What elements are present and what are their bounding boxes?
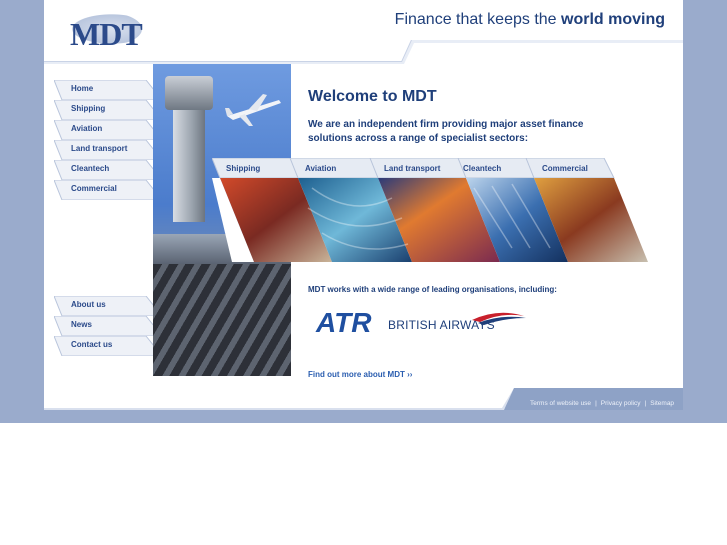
british-airways-logo[interactable]: BRITISH AIRWAYS <box>388 310 528 334</box>
primary-nav: Home Shipping Aviation Land transport Cleant… <box>54 80 154 200</box>
walkway-shadows <box>153 264 291 376</box>
sector-tab-shipping[interactable]: Shipping <box>226 164 260 173</box>
nav-tab-shape <box>54 120 154 140</box>
nav-item-label: News <box>71 320 92 329</box>
nav-item-cleantech[interactable]: Cleantech <box>54 160 154 180</box>
control-tower-cab <box>165 76 213 110</box>
privacy-link[interactable]: Privacy policy <box>601 400 641 407</box>
nav-item-label: About us <box>71 300 106 309</box>
header-divider <box>44 40 683 64</box>
nav-item-label: Cleantech <box>71 164 110 173</box>
nav-item-home[interactable]: Home <box>54 80 154 100</box>
atr-logo[interactable]: ATR <box>314 306 376 336</box>
sector-strip: Shipping Aviation Land transport Cleante… <box>212 158 666 266</box>
intro-text: We are an independent firm providing maj… <box>308 119 584 144</box>
nav-item-shipping[interactable]: Shipping <box>54 100 154 120</box>
left-navigation: Home Shipping Aviation Land transport Cleant… <box>54 80 154 356</box>
footer-links: Terms of website use | Privacy policy | Site… <box>528 400 676 407</box>
sector-tab-cleantech[interactable]: Cleantech <box>463 164 501 173</box>
footer-separator: | <box>644 400 647 407</box>
sector-tab-land-transport[interactable]: Land transport <box>384 164 440 173</box>
nav-item-news[interactable]: News <box>54 316 154 336</box>
airplane-icon <box>225 94 281 126</box>
partners-heading: MDT works with a wide range of leading o… <box>308 285 557 294</box>
nav-item-label: Aviation <box>71 124 103 133</box>
page-title: Welcome to MDT <box>308 88 437 105</box>
sector-tab-commercial[interactable]: Commercial <box>542 164 588 173</box>
tagline: Finance that keeps the world moving <box>395 11 665 29</box>
nav-item-about-us[interactable]: About us <box>54 296 154 316</box>
footer-separator: | <box>595 400 597 407</box>
secondary-nav: About us News Contact us <box>54 296 154 356</box>
find-out-more-link[interactable]: Find out more about MDT ›› <box>308 370 412 379</box>
sector-images <box>212 178 648 262</box>
nav-tab-shape <box>54 80 154 100</box>
nav-item-label: Home <box>71 84 94 93</box>
nav-item-aviation[interactable]: Aviation <box>54 120 154 140</box>
ba-speedmarque-icon <box>472 312 526 325</box>
sitemap-link[interactable]: Sitemap <box>650 400 674 407</box>
nav-tab-shape <box>54 316 154 336</box>
tagline-prefix: Finance that keeps the <box>394 11 561 28</box>
site-frame: MDT Finance that keeps the world moving … <box>44 0 683 410</box>
nav-item-land-transport[interactable]: Land transport <box>54 140 154 160</box>
atr-logo-text: ATR <box>315 307 372 336</box>
sector-tab-aviation[interactable]: Aviation <box>305 164 336 173</box>
nav-item-label: Contact us <box>71 340 113 349</box>
nav-item-label: Shipping <box>71 104 106 113</box>
tagline-bold: world moving <box>561 11 665 28</box>
terms-link[interactable]: Terms of website use <box>530 400 591 407</box>
nav-item-contact-us[interactable]: Contact us <box>54 336 154 356</box>
nav-item-commercial[interactable]: Commercial <box>54 180 154 200</box>
nav-item-label: Commercial <box>71 184 117 193</box>
nav-item-label: Land transport <box>71 144 128 153</box>
